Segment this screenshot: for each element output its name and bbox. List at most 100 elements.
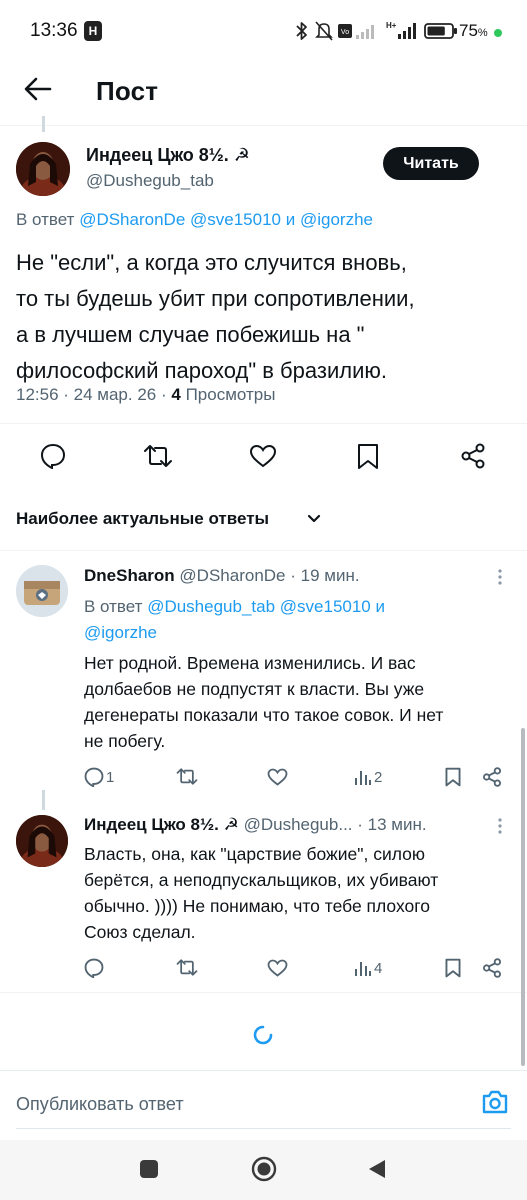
nav-home-icon[interactable] <box>250 1155 278 1183</box>
thread-connector <box>42 790 45 810</box>
views-count: 4 <box>374 960 383 977</box>
post-text-line: то ты будешь убит при сопротивлении, <box>16 286 415 311</box>
like-icon[interactable] <box>249 444 277 468</box>
views-icon[interactable] <box>354 768 372 786</box>
reply-text-line: обычно. )))) Не понимаю, что тебе плохог… <box>84 896 430 916</box>
chevron-down-icon[interactable] <box>307 513 321 525</box>
reply-to-handle[interactable]: @sve15010 <box>280 597 371 616</box>
scrollbar[interactable] <box>521 728 525 1066</box>
avatar[interactable] <box>16 565 68 617</box>
meta-divider <box>0 423 527 424</box>
app-badge: H <box>84 21 102 41</box>
reply-to-conjunction: и <box>375 597 386 616</box>
spacer <box>40 620 43 790</box>
reply-to-handle[interactable]: @sve15010 <box>190 210 281 229</box>
reply-icon[interactable] <box>84 767 104 787</box>
reply-to-prefix: В ответ <box>84 597 143 616</box>
bookmark-icon[interactable] <box>445 767 461 787</box>
reply-count: 1 <box>106 769 115 786</box>
status-time: 13:36 <box>30 20 78 41</box>
section-divider <box>0 550 527 551</box>
battery-icon <box>424 23 457 39</box>
retweet-icon[interactable] <box>176 767 198 786</box>
bookmark-icon[interactable] <box>445 958 461 978</box>
back-arrow-icon[interactable] <box>24 76 52 102</box>
reply-to-handle[interactable]: @DSharonDe <box>79 210 185 229</box>
reply-header: Индеец Цжо 8½. ☭ @Dushegub... · 13 мин. <box>84 815 427 835</box>
reply-text-line: не побегу. <box>84 731 166 751</box>
author-handle[interactable]: @DSharonDe <box>179 566 285 585</box>
battery-indicator-dot <box>494 29 502 37</box>
svg-text:H+: H+ <box>386 21 397 30</box>
retweet-icon[interactable] <box>143 443 173 469</box>
section-divider <box>0 992 527 993</box>
nav-square-icon[interactable] <box>139 1159 159 1179</box>
author-handle[interactable]: @Dushegub_tab <box>86 171 214 191</box>
signal-icon: Vo <box>338 24 374 39</box>
loading-spinner-icon <box>253 1025 273 1045</box>
svg-text:Vo: Vo <box>341 29 349 36</box>
reply-time[interactable]: · 13 мин. <box>357 815 426 834</box>
author-name[interactable]: Индеец Цжо 8½. ☭ <box>84 815 239 834</box>
post-text-line: а в лучшем случае побежишь на " <box>16 322 365 347</box>
post-text-line: философский пароход" в бразилию. <box>16 358 387 383</box>
status-bar: 13:36 H Vo H+ 75% <box>0 0 527 62</box>
reply-time[interactable]: · 19 мин. <box>290 566 359 585</box>
reply-to-prefix: В ответ <box>16 210 75 229</box>
like-icon[interactable] <box>267 959 288 977</box>
share-icon[interactable] <box>482 958 502 978</box>
battery-percent: 75% <box>459 21 488 40</box>
reply-to-handle[interactable]: @Dushegub_tab <box>147 597 275 616</box>
composer-divider <box>0 1070 527 1071</box>
reply-text-line: берётся, а неподпускальщиков, их убивают <box>84 870 439 890</box>
author-name[interactable]: DneSharon <box>84 566 175 585</box>
share-icon[interactable] <box>482 767 502 787</box>
reply-to-line: В ответ @DSharonDe @sve15010 и @igorzhe <box>16 210 373 230</box>
avatar[interactable] <box>16 142 70 196</box>
views-label[interactable]: Просмотры <box>186 385 276 404</box>
post-text-line: Не "если", а когда это случится вновь, <box>16 250 407 275</box>
replies-sort-selector[interactable]: Наиболее актуальные ответы <box>16 509 269 529</box>
post-timestamp: 12:56 · 24 мар. 26 · <box>16 385 167 404</box>
post-text: Не "если", а когда это случится вновь, т… <box>16 245 496 389</box>
reply-icon[interactable] <box>84 958 104 978</box>
reply-composer-input[interactable]: Опубликовать ответ <box>16 1094 184 1115</box>
reply-text-line: долбаебов не подпустят к власти. Вы уже <box>84 679 425 699</box>
more-icon[interactable] <box>492 567 508 587</box>
like-icon[interactable] <box>267 768 288 786</box>
avatar[interactable] <box>16 815 68 867</box>
views-count: 2 <box>374 769 383 786</box>
reply-to-line: В ответ @Dushegub_tab @sve15010 и @igorz… <box>84 594 504 646</box>
camera-icon[interactable] <box>481 1089 509 1115</box>
bluetooth-icon <box>296 22 307 40</box>
mute-icon <box>315 21 333 41</box>
page-title: Пост <box>96 76 159 106</box>
author-handle[interactable]: @Dushegub... <box>244 815 353 834</box>
post-meta: 12:56 · 24 мар. 26 · 4 Просмотры <box>16 385 275 405</box>
reply-to-conjunction: и <box>285 210 296 229</box>
reply-icon[interactable] <box>40 443 66 469</box>
views-count: 4 <box>171 385 181 404</box>
thread-connector <box>42 116 45 132</box>
retweet-icon[interactable] <box>176 958 198 977</box>
composer-underline <box>16 1128 511 1129</box>
sort-label: Наиболее актуальные ответы <box>16 509 270 528</box>
more-icon[interactable] <box>492 816 508 836</box>
follow-button[interactable]: Читать <box>383 147 479 180</box>
reply-text: Власть, она, как "царствие божие", силою… <box>84 841 514 945</box>
reply-text-line: Союз сделал. <box>84 922 196 942</box>
share-icon[interactable] <box>460 443 486 469</box>
signal-icon: H+ <box>386 21 416 39</box>
reply-text: Нет родной. Времена изменились. И вас до… <box>84 650 514 754</box>
reply-to-handle[interactable]: @igorzhe <box>84 623 157 642</box>
nav-back-icon[interactable] <box>367 1158 387 1180</box>
author-name[interactable]: Индеец Цжо 8½. ☭ <box>86 145 250 166</box>
header-divider <box>0 125 527 126</box>
reply-header: DneSharon @DSharonDe · 19 мин. <box>84 566 360 586</box>
reply-text-line: Власть, она, как "царствие божие", силою <box>84 844 426 864</box>
bookmark-icon[interactable] <box>357 443 379 470</box>
reply-to-handle[interactable]: @igorzhe <box>300 210 373 229</box>
reply-text-line: дегенераты показали что такое совок. И н… <box>84 705 444 725</box>
views-icon[interactable] <box>354 959 372 977</box>
system-nav-bar <box>0 1140 527 1200</box>
